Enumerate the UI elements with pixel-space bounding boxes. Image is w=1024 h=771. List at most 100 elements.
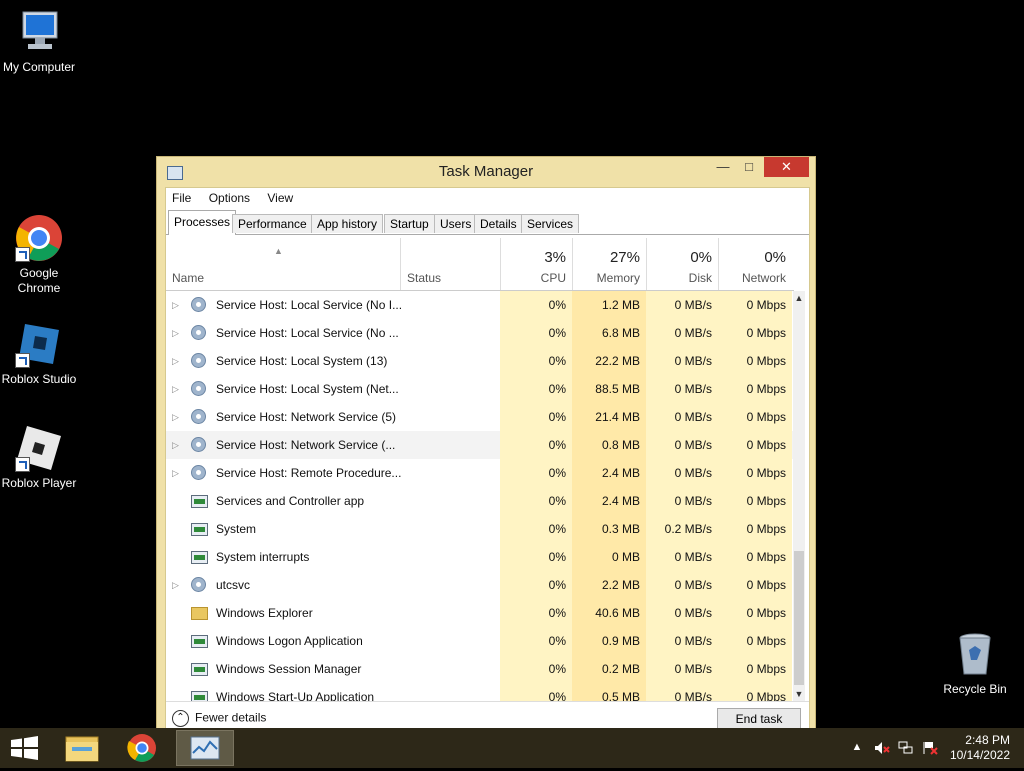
taskbar-file-explorer[interactable] xyxy=(56,730,108,766)
process-row[interactable]: Windows Explorer 0% 40.6 MB 0 MB/s 0 Mbps xyxy=(166,599,794,627)
close-button[interactable]: ✕ xyxy=(764,157,809,177)
window-icon xyxy=(191,493,208,509)
column-label-name: Name xyxy=(172,271,205,285)
task-manager-window: Task Manager — □ ✕ File Options View Pro… xyxy=(156,156,816,738)
expand-chevron-icon xyxy=(172,599,184,627)
process-row[interactable]: ▷ Service Host: Local System (13) 0% 22.2 M… xyxy=(166,347,794,375)
tab-app-history[interactable]: App history xyxy=(311,214,384,233)
column-header-network[interactable]: 0% Network xyxy=(718,238,792,290)
vertical-scrollbar[interactable]: ▲ ▼ xyxy=(793,291,805,701)
maximize-button[interactable]: □ xyxy=(735,157,763,177)
process-name: System interrupts xyxy=(216,550,310,564)
process-cpu: 0% xyxy=(500,319,572,347)
process-disk: 0 MB/s xyxy=(646,599,718,627)
gear-icon xyxy=(191,325,208,341)
menu-options[interactable]: Options xyxy=(209,188,250,208)
volume-muted-icon[interactable] xyxy=(874,741,890,755)
clock[interactable]: 2:48 PM 10/14/2022 xyxy=(940,733,1010,763)
process-disk: 0 MB/s xyxy=(646,319,718,347)
desktop-icon-roblox-player[interactable]: Roblox Player xyxy=(0,424,78,491)
process-network: 0 Mbps xyxy=(718,347,792,375)
desktop-icon-my-computer[interactable]: My Computer xyxy=(0,8,78,75)
process-memory: 2.2 MB xyxy=(572,571,646,599)
desktop-icon-label: Google Chrome xyxy=(17,266,61,295)
process-network: 0 Mbps xyxy=(718,375,792,403)
process-row[interactable]: ▷ Service Host: Local Service (No ... 0% 6.… xyxy=(166,319,794,347)
process-disk: 0 MB/s xyxy=(646,571,718,599)
process-network: 0 Mbps xyxy=(718,627,792,655)
minimize-button[interactable]: — xyxy=(709,157,737,177)
process-disk: 0.2 MB/s xyxy=(646,515,718,543)
title-bar[interactable]: Task Manager — □ ✕ xyxy=(157,157,815,187)
window-icon xyxy=(191,661,208,677)
tab-users[interactable]: Users xyxy=(434,214,478,233)
column-header-memory[interactable]: 27% Memory xyxy=(572,238,646,290)
process-network: 0 Mbps xyxy=(718,459,792,487)
column-header-name[interactable]: ▲ Name xyxy=(166,238,400,290)
recycle-bin-icon xyxy=(951,630,999,678)
expand-chevron-icon[interactable]: ▷ xyxy=(172,375,184,403)
tab-performance[interactable]: Performance xyxy=(232,214,313,233)
tab-processes[interactable]: Processes xyxy=(168,210,237,235)
process-disk: 0 MB/s xyxy=(646,487,718,515)
process-row[interactable]: ▷ Service Host: Remote Procedure... 0% 2.4 … xyxy=(166,459,794,487)
action-center-flag-icon[interactable] xyxy=(922,741,938,755)
cpu-total-percent: 3% xyxy=(544,249,566,266)
taskbar-google-chrome[interactable] xyxy=(116,730,168,766)
process-row[interactable]: Windows Session Manager 0% 0.2 MB 0 MB/s 0 M… xyxy=(166,655,794,683)
process-name: Windows Logon Application xyxy=(216,634,363,648)
scroll-down-icon[interactable]: ▼ xyxy=(793,687,805,701)
start-button[interactable] xyxy=(0,730,50,766)
scrollbar-thumb[interactable] xyxy=(794,551,804,685)
expand-chevron-icon[interactable]: ▷ xyxy=(172,571,184,599)
desktop-icon-label: Recycle Bin xyxy=(943,682,1007,696)
process-cpu: 0% xyxy=(500,571,572,599)
process-row[interactable]: ▷ utcsvc 0% 2.2 MB 0 MB/s 0 Mbps xyxy=(166,571,794,599)
process-cpu: 0% xyxy=(500,487,572,515)
show-hidden-icons-icon[interactable]: ▲ xyxy=(850,741,864,755)
end-task-button[interactable]: End task xyxy=(717,708,801,730)
taskbar: ▲ 2:48 PM 10/14/2022 xyxy=(0,728,1024,768)
expand-chevron-icon[interactable]: ▷ xyxy=(172,347,184,375)
column-header-cpu[interactable]: 3% CPU xyxy=(500,238,572,290)
process-row[interactable]: ▷ Service Host: Network Service (5) 0% 21.4… xyxy=(166,403,794,431)
process-cpu: 0% xyxy=(500,599,572,627)
process-row[interactable]: ▷ Service Host: Local System (Net... 0% 88.… xyxy=(166,375,794,403)
expand-chevron-icon[interactable]: ▷ xyxy=(172,459,184,487)
taskbar-task-manager[interactable] xyxy=(176,730,234,766)
process-row[interactable]: Services and Controller app 0% 2.4 MB 0 MB/… xyxy=(166,487,794,515)
desktop-icon-label: Roblox Player xyxy=(1,476,77,490)
shortcut-arrow-icon xyxy=(15,457,30,472)
process-disk: 0 MB/s xyxy=(646,627,718,655)
expand-chevron-icon[interactable]: ▷ xyxy=(172,319,184,347)
process-network: 0 Mbps xyxy=(718,599,792,627)
column-header-status[interactable]: Status xyxy=(400,238,500,290)
process-row[interactable]: Windows Start-Up Application 0% 0.5 MB 0 MB… xyxy=(166,683,794,701)
tab-strip: Processes Performance App history Startu… xyxy=(166,210,809,235)
process-row[interactable]: Windows Logon Application 0% 0.9 MB 0 MB/s 0… xyxy=(166,627,794,655)
expand-chevron-icon[interactable]: ▷ xyxy=(172,431,184,459)
scroll-up-icon[interactable]: ▲ xyxy=(793,291,805,305)
expand-chevron-icon[interactable]: ▷ xyxy=(172,403,184,431)
tab-details[interactable]: Details xyxy=(474,214,523,233)
desktop-icon-recycle-bin[interactable]: Recycle Bin xyxy=(936,630,1014,697)
desktop-icon-roblox-studio[interactable]: Roblox Studio xyxy=(0,320,78,387)
process-row[interactable]: System interrupts 0% 0 MB 0 MB/s 0 Mbps xyxy=(166,543,794,571)
process-disk: 0 MB/s xyxy=(646,347,718,375)
network-icon[interactable] xyxy=(898,741,913,755)
gear-icon xyxy=(191,465,208,481)
process-row[interactable]: System 0% 0.3 MB 0.2 MB/s 0 Mbps xyxy=(166,515,794,543)
column-header-disk[interactable]: 0% Disk xyxy=(646,238,718,290)
process-row[interactable]: ▷ Service Host: Local Service (No I... 0% 1… xyxy=(166,291,794,319)
desktop-icon-google-chrome[interactable]: Google Chrome xyxy=(0,214,78,296)
process-row[interactable]: ▷ Service Host: Network Service (... 0% 0.8… xyxy=(166,431,794,459)
tab-startup[interactable]: Startup xyxy=(384,214,435,233)
process-network: 0 Mbps xyxy=(718,515,792,543)
shortcut-arrow-icon xyxy=(15,353,30,368)
menu-view[interactable]: View xyxy=(267,188,293,208)
expand-chevron-icon[interactable]: ▷ xyxy=(172,291,184,319)
fewer-details-link[interactable]: ⌃ Fewer details xyxy=(172,710,266,727)
memory-total-percent: 27% xyxy=(609,249,640,266)
tab-services[interactable]: Services xyxy=(521,214,580,233)
menu-file[interactable]: File xyxy=(172,188,191,208)
